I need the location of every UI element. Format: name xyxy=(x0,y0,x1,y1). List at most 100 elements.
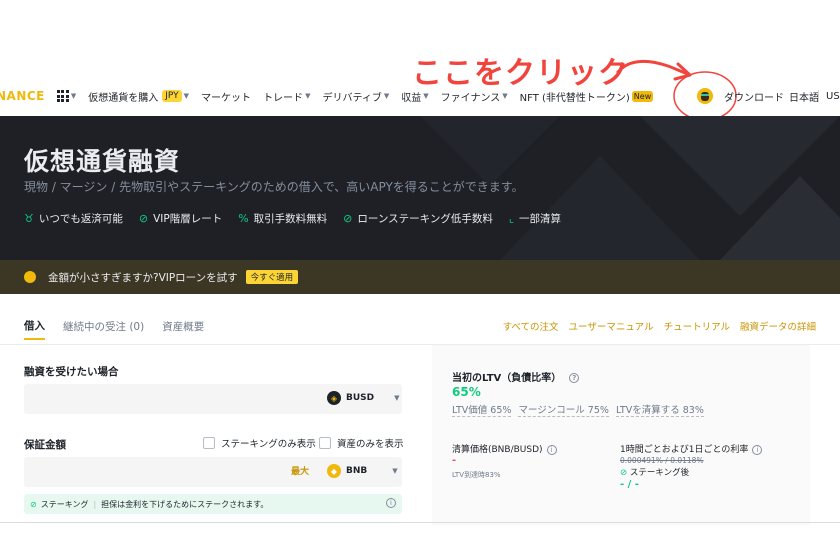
chevron-down-icon: ▼ xyxy=(392,467,398,475)
badge-icon: ♉ xyxy=(24,212,34,225)
ltv-details: LTV価値 65% マージンコール 75% LTVを清算する 83% xyxy=(452,402,704,417)
liquidation-ltv-detail: LTVを清算する 83% xyxy=(615,405,704,417)
checkbox-label: ステーキングのみ表示 xyxy=(221,439,316,450)
link-all-orders[interactable]: すべての注文 xyxy=(503,319,559,333)
info-icon[interactable]: i xyxy=(386,498,396,508)
chevron-down-icon: ▼ xyxy=(70,92,77,100)
chevron-down-icon: ▼ xyxy=(183,92,190,100)
nav-item-buy-crypto[interactable]: 仮想通貨を購入 JPY ▼ xyxy=(88,89,189,104)
checkbox-label: 資産のみを表示 xyxy=(337,439,404,450)
nav-item-label: ファイナンス xyxy=(440,92,501,104)
staking-notice: ⊘ ステーキング | 担保は金利を下げるためにステークされます。 i xyxy=(24,494,402,514)
staking-rate-label: ⊘ ステーキング後 xyxy=(620,466,689,478)
feature-item: ⌞ 一部清算 xyxy=(509,211,561,226)
borrow-label: 融資を受けたい場合 xyxy=(24,366,119,378)
nav-item-nft[interactable]: NFT (非代替性トークン) New xyxy=(520,89,654,104)
promo-text: 金額が小さすぎますか?VIPローンを試す xyxy=(48,271,238,284)
feature-item: ⊘ VIP階層レート xyxy=(139,211,222,226)
loan-tabs: 借入 継続中の受注 (0) 資産概要 すべての注文 ユーザーマニュアル チュート… xyxy=(24,312,816,342)
feature-label: ローンステーキング低手数料 xyxy=(357,213,493,225)
busd-icon: ◈ xyxy=(327,391,341,405)
checkbox-box[interactable] xyxy=(203,437,215,449)
coin-label: BNB xyxy=(346,466,368,476)
feature-label: いつでも返済可能 xyxy=(38,213,123,225)
checkbox-box[interactable] xyxy=(319,437,331,449)
interest-rate-label: 1時間ごとおよび1日ごとの利率 xyxy=(620,445,749,455)
link-tutorial[interactable]: チュートリアル xyxy=(664,319,730,333)
new-badge: New xyxy=(631,90,654,102)
feature-item: % 取引手数料無料 xyxy=(238,211,327,226)
nav-item-label: マーケット xyxy=(201,92,252,104)
staking-notice-text: 担保は金利を下げるためにステークされます。 xyxy=(101,499,269,509)
coin-label: BUSD xyxy=(346,393,375,403)
borrow-coin-select[interactable]: ◈ BUSD ▼ xyxy=(327,391,400,405)
language-selector[interactable]: 日本語 xyxy=(789,80,819,112)
percent-icon: % xyxy=(238,212,249,225)
collateral-label: 保証金額 xyxy=(24,439,66,451)
check-circle-icon: ⊘ xyxy=(138,212,149,225)
liquidation-price-value: - xyxy=(452,455,457,466)
profile-avatar-icon[interactable] xyxy=(697,88,713,104)
hero-banner: 仮想通貨融資 現物 / マージン / 先物取引やステーキングのための借入で、高い… xyxy=(0,116,840,260)
help-icon[interactable]: ? xyxy=(569,373,580,383)
divider xyxy=(818,90,819,102)
staking-tag: ステーキング xyxy=(40,499,89,509)
original-interest-rate: 0.000491% / 0.0118% xyxy=(620,456,704,465)
nav-item-label: NFT (非代替性トークン) xyxy=(519,92,630,104)
chart-icon: ⌞ xyxy=(508,212,514,225)
currency-selector[interactable]: USD xyxy=(826,80,840,112)
nav-item-label: 収益 xyxy=(401,92,422,104)
liquidation-note: LTV到達時83% xyxy=(452,471,501,479)
nav-item-label: トレード xyxy=(263,92,304,104)
chevron-down-icon: ▼ xyxy=(305,92,311,100)
separator: | xyxy=(93,499,97,509)
chevron-down-icon: ▼ xyxy=(383,92,390,100)
liquidation-price-title: 清算価格(BNB/BUSD) i xyxy=(452,442,557,455)
vip-loan-promo: 金額が小さすぎますか?VIPローンを試す 今すぐ適用 xyxy=(0,260,840,294)
nav-item-derivatives[interactable]: デリバティブ ▼ xyxy=(322,89,389,104)
info-icon[interactable]: i xyxy=(546,444,557,455)
apply-now-button[interactable]: 今すぐ適用 xyxy=(245,270,299,284)
after-staking-label: ステーキング後 xyxy=(629,468,690,478)
chevron-down-icon: ▼ xyxy=(423,92,429,100)
margin-call-detail: マージンコール 75% xyxy=(518,405,609,417)
download-link[interactable]: ダウンロード xyxy=(724,80,784,112)
max-button[interactable]: 最大 xyxy=(291,464,309,477)
apps-grid-icon[interactable] xyxy=(56,90,69,102)
lightbulb-icon xyxy=(24,271,36,283)
tab-asset-overview[interactable]: 資産概要 xyxy=(162,312,204,340)
nav-item-earn[interactable]: 収益 ▼ xyxy=(401,89,428,104)
nav-item-label: 仮想通貨を購入 xyxy=(88,92,159,104)
page-title: 仮想通貨融資 xyxy=(24,147,181,176)
divider xyxy=(0,522,840,523)
staking-rate-value: - / - xyxy=(620,479,639,490)
liquidation-price-label: 清算価格(BNB/BUSD) xyxy=(452,445,543,455)
nav-item-finance[interactable]: ファイナンス ▼ xyxy=(441,89,508,104)
jpy-badge: JPY xyxy=(162,90,182,102)
collateral-coin-select[interactable]: ◆ BNB ▼ xyxy=(327,464,398,478)
feature-label: VIP階層レート xyxy=(153,213,223,225)
info-icon[interactable]: i xyxy=(752,444,763,455)
feature-label: 一部清算 xyxy=(519,213,561,225)
top-nav: NANCE ▼ 仮想通貨を購入 JPY ▼ マーケット トレード ▼ デリバティ… xyxy=(0,80,840,112)
bnb-icon: ◆ xyxy=(327,464,341,478)
staking-only-checkbox[interactable]: ステーキングのみ表示 xyxy=(203,436,316,450)
binance-logo[interactable]: NANCE xyxy=(0,89,45,103)
nav-item-markets[interactable]: マーケット xyxy=(201,89,251,104)
link-user-manual[interactable]: ユーザーマニュアル xyxy=(569,319,654,333)
chevron-down-icon: ▼ xyxy=(394,394,400,402)
link-loan-data[interactable]: 融資データの詳細 xyxy=(740,319,816,333)
assets-only-checkbox[interactable]: 資産のみを表示 xyxy=(319,436,404,450)
nav-item-trade[interactable]: トレード ▼ xyxy=(263,89,310,104)
tab-ongoing-orders[interactable]: 継続中の受注 (0) xyxy=(63,312,144,340)
tab-borrow[interactable]: 借入 xyxy=(24,312,45,340)
initial-ltv-label: 当初のLTV（負債比率） xyxy=(452,373,562,384)
feature-label: 取引手数料無料 xyxy=(253,213,328,225)
ltv-value-detail: LTV価値 65% xyxy=(452,405,512,417)
feature-list: ♉ いつでも返済可能 ⊘ VIP階層レート % 取引手数料無料 ⊘ ローンステーキング低… xyxy=(24,211,577,226)
chevron-down-icon: ▼ xyxy=(502,92,508,100)
feature-item: ♉ いつでも返済可能 xyxy=(24,211,123,226)
interest-rate-title: 1時間ごとおよび1日ごとの利率 i xyxy=(620,442,763,455)
help-links: すべての注文 ユーザーマニュアル チュートリアル 融資データの詳細 xyxy=(493,312,816,340)
check-circle-icon: ⊘ xyxy=(343,212,353,225)
